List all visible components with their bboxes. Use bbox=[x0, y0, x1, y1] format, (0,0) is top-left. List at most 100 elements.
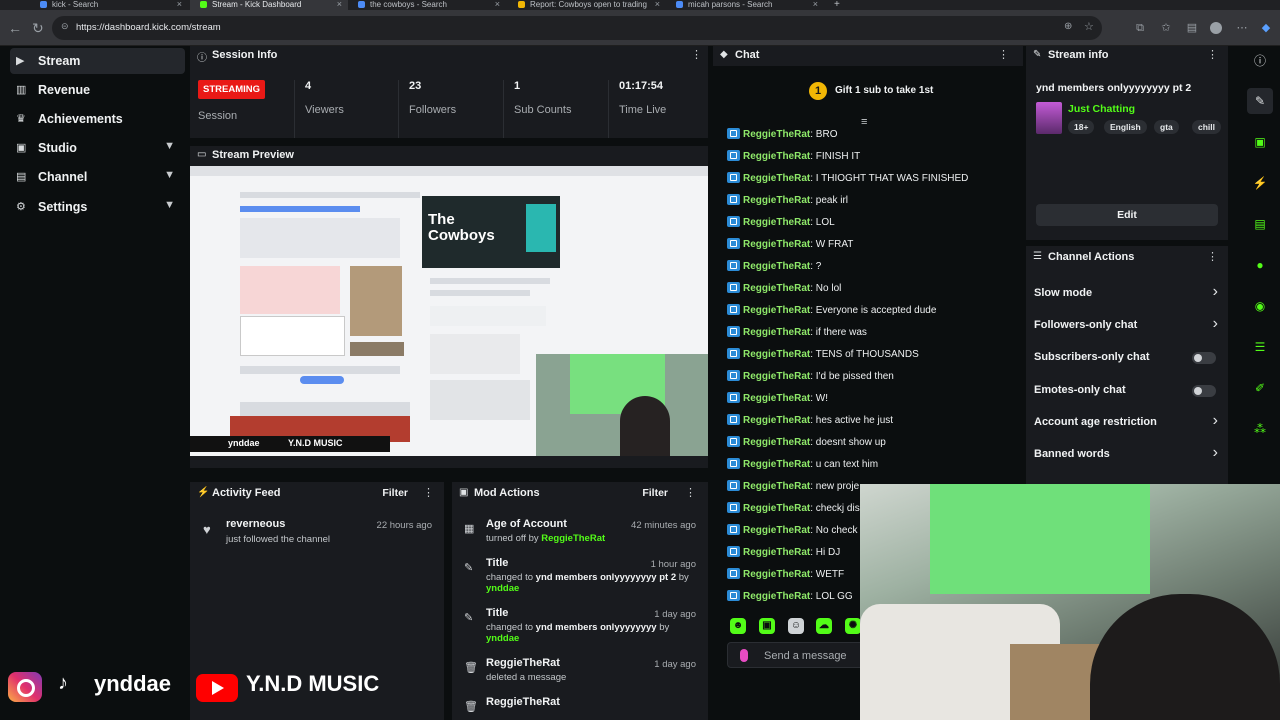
chat-menu-icon[interactable]: ⋮ bbox=[998, 48, 1009, 61]
stream-preview-video[interactable]: The Cowboys ynddae Y.N.D MUSIC bbox=[190, 166, 708, 456]
tab-close-icon[interactable]: × bbox=[655, 0, 660, 9]
chat-message[interactable]: ReggieTheRat: ? bbox=[727, 260, 821, 280]
chat-message[interactable]: ReggieTheRat: WETF bbox=[727, 568, 844, 588]
chat-username[interactable]: ReggieTheRat bbox=[743, 327, 810, 338]
emote-kick-icon[interactable]: ☻ bbox=[730, 618, 746, 634]
browser-tab[interactable]: kick - Search × bbox=[30, 0, 188, 10]
chat-username[interactable]: ReggieTheRat bbox=[743, 261, 810, 272]
stream-tag[interactable]: gta bbox=[1154, 120, 1179, 134]
channel-action-slow-mode[interactable]: Slow mode › bbox=[1026, 280, 1228, 308]
url-box[interactable]: ⊝ https://dashboard.kick.com/stream ⊕ ☆ bbox=[52, 16, 1102, 40]
chevron-down-icon[interactable]: ▼ bbox=[164, 199, 175, 211]
chat-message[interactable]: ReggieTheRat: I'd be pissed then bbox=[727, 370, 894, 390]
mod-action-user[interactable]: ReggieTheRat bbox=[541, 533, 605, 544]
chevron-right-icon[interactable]: › bbox=[1213, 315, 1218, 333]
bookmark-star-icon[interactable]: ☆ bbox=[1084, 20, 1094, 33]
qr-icon[interactable]: ▣ bbox=[1247, 129, 1273, 155]
sidebar-item-settings[interactable]: ⚙ Settings ▼ bbox=[10, 194, 185, 220]
chat-username[interactable]: ReggieTheRat bbox=[743, 569, 810, 580]
url-text[interactable]: https://dashboard.kick.com/stream bbox=[76, 22, 221, 33]
chat-message[interactable]: ReggieTheRat: No check c bbox=[727, 524, 865, 544]
collections-icon[interactable]: ▤ bbox=[1186, 22, 1198, 34]
sidebar-item-achievements[interactable]: ♛ Achievements bbox=[10, 106, 185, 132]
emote-gear-icon[interactable]: ✺ bbox=[845, 618, 861, 634]
channel-actions-menu-icon[interactable]: ⋮ bbox=[1207, 250, 1218, 263]
channel-action-emotes-only-chat[interactable]: Emotes-only chat bbox=[1026, 377, 1228, 405]
chat-username[interactable]: ReggieTheRat bbox=[743, 371, 810, 382]
zoom-icon[interactable]: ⊕ bbox=[1064, 21, 1072, 32]
sidebar-item-stream[interactable]: ▶ Stream bbox=[10, 48, 185, 74]
chat-message[interactable]: ReggieTheRat: FINISH IT bbox=[727, 150, 860, 170]
edit-stream-info-button[interactable]: Edit bbox=[1036, 204, 1218, 226]
chat-username[interactable]: ReggieTheRat bbox=[743, 393, 810, 404]
chat-message[interactable]: ReggieTheRat: LOL bbox=[727, 216, 835, 236]
chat-username[interactable]: ReggieTheRat bbox=[743, 151, 810, 162]
browser-tab[interactable]: Report: Cowboys open to trading × bbox=[508, 0, 666, 10]
browser-menu-icon[interactable]: ⋯ bbox=[1236, 22, 1248, 34]
sidebar-item-channel[interactable]: ▤ Channel ▼ bbox=[10, 164, 185, 190]
chat-username[interactable]: ReggieTheRat bbox=[743, 459, 810, 470]
chat-username[interactable]: ReggieTheRat bbox=[743, 481, 810, 492]
chat-username[interactable]: ReggieTheRat bbox=[743, 283, 810, 294]
stream-info-menu-icon[interactable]: ⋮ bbox=[1207, 48, 1218, 61]
sidebar-item-revenue[interactable]: ▥ Revenue bbox=[10, 77, 185, 103]
mod-filter-button[interactable]: Filter bbox=[642, 487, 668, 499]
channel-action-banned-words[interactable]: Banned words › bbox=[1026, 441, 1228, 469]
browser-tab[interactable]: micah parsons - Search × bbox=[666, 0, 824, 10]
channel-action-account-age-restriction[interactable]: Account age restriction › bbox=[1026, 409, 1228, 437]
chat-message[interactable]: ReggieTheRat: new proje bbox=[727, 480, 859, 500]
activity-filter-button[interactable]: Filter bbox=[382, 487, 408, 499]
chat-username[interactable]: ReggieTheRat bbox=[743, 217, 810, 228]
chat-message[interactable]: ReggieTheRat: W FRAT bbox=[727, 238, 853, 258]
channel-action-subscribers-only-chat[interactable]: Subscribers-only chat bbox=[1026, 344, 1228, 372]
nodes-icon[interactable]: ⁂ bbox=[1247, 416, 1273, 442]
chat-username[interactable]: ReggieTheRat bbox=[743, 173, 810, 184]
chevron-right-icon[interactable]: › bbox=[1213, 444, 1218, 462]
chat-message[interactable]: ReggieTheRat: Everyone is accepted dude bbox=[727, 304, 936, 324]
chat-message[interactable]: ReggieTheRat: W! bbox=[727, 392, 828, 412]
new-tab-icon[interactable]: + bbox=[834, 0, 840, 10]
broadcast-icon[interactable]: ◉ bbox=[1247, 293, 1273, 319]
chat-username[interactable]: ReggieTheRat bbox=[743, 415, 810, 426]
chat-message[interactable]: ReggieTheRat: peak irl bbox=[727, 194, 848, 214]
chat-bubble-icon[interactable]: ● bbox=[1247, 252, 1273, 278]
chat-username[interactable]: ReggieTheRat bbox=[743, 437, 810, 448]
chat-username[interactable]: ReggieTheRat bbox=[743, 547, 810, 558]
sidebar-item-studio[interactable]: ▣ Studio ▼ bbox=[10, 135, 185, 161]
browser-tab[interactable]: the cowboys - Search × bbox=[348, 0, 506, 10]
microphone-icon[interactable] bbox=[740, 649, 748, 662]
chat-message[interactable]: ReggieTheRat: u can text him bbox=[727, 458, 878, 478]
stream-tag[interactable]: 18+ bbox=[1068, 120, 1095, 134]
gift-sub-banner[interactable]: 1 Gift 1 sub to take 1st bbox=[713, 82, 1023, 104]
chat-username[interactable]: ReggieTheRat bbox=[743, 591, 810, 602]
tab-close-icon[interactable]: × bbox=[813, 0, 818, 9]
mod-action-user[interactable]: ynddae bbox=[486, 583, 519, 594]
clipboard-icon[interactable]: ▤ bbox=[1247, 211, 1273, 237]
activity-feed-menu-icon[interactable]: ⋮ bbox=[423, 486, 434, 499]
chat-username[interactable]: ReggieTheRat bbox=[743, 525, 810, 536]
mod-action-user[interactable]: ynddae bbox=[486, 633, 519, 644]
chat-message[interactable]: ReggieTheRat: BRO bbox=[727, 128, 837, 148]
chevron-right-icon[interactable]: › bbox=[1213, 283, 1218, 301]
info-icon[interactable]: ⓘ bbox=[1247, 48, 1273, 74]
chat-message[interactable]: ReggieTheRat: hes active he just bbox=[727, 414, 893, 434]
pencil-icon[interactable]: ✎ bbox=[1247, 88, 1273, 114]
extensions-icon[interactable]: ⧉ bbox=[1134, 22, 1146, 34]
emote-box-icon[interactable]: ▣ bbox=[759, 618, 775, 634]
chat-message[interactable]: ReggieTheRat: if there was bbox=[727, 326, 867, 346]
chevron-right-icon[interactable]: › bbox=[1213, 412, 1218, 430]
reload-icon[interactable]: ↻ bbox=[32, 20, 44, 37]
activity-user[interactable]: reverneous bbox=[226, 518, 285, 530]
emote-face-icon[interactable]: ☺ bbox=[788, 618, 804, 634]
channel-action-followers-only-chat[interactable]: Followers-only chat › bbox=[1026, 312, 1228, 340]
chat-username[interactable]: ReggieTheRat bbox=[743, 305, 810, 316]
emote-bubble-icon[interactable]: ☁ bbox=[816, 618, 832, 634]
chat-scroll-handle-icon[interactable]: ≡ bbox=[861, 116, 867, 128]
server-icon[interactable]: ☰ bbox=[1247, 334, 1273, 360]
tab-close-icon[interactable]: × bbox=[177, 0, 182, 9]
chat-message[interactable]: ReggieTheRat: LOL GG bbox=[727, 590, 853, 610]
chat-username[interactable]: ReggieTheRat bbox=[743, 503, 810, 514]
chat-message[interactable]: ReggieTheRat: checkj disc bbox=[727, 502, 865, 522]
chat-message[interactable]: ReggieTheRat: I THIOGHT THAT WAS FINISHE… bbox=[727, 172, 968, 192]
chat-username[interactable]: ReggieTheRat bbox=[743, 129, 810, 140]
